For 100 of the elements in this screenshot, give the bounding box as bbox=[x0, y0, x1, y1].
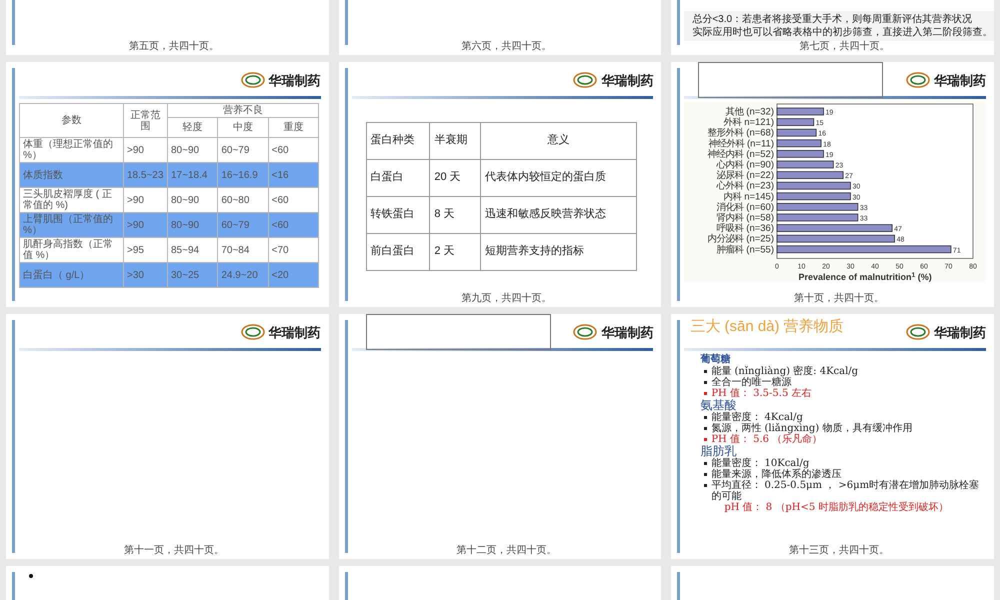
bar bbox=[776, 139, 822, 148]
bar bbox=[776, 128, 817, 137]
slide-thumbnail[interactable]: 总分<3.0：若患者将接受重大手术，则每周重新评估其营养状况 实际应用时也可以省略表格中的初步筛查，直接进入第二阶段筛查。 第七页，共四十页。 bbox=[671, 0, 994, 55]
logo-icon bbox=[240, 324, 265, 340]
bar bbox=[776, 108, 824, 116]
slide-thumbnail[interactable]: 第五页，共四十页。 bbox=[6, 0, 329, 55]
category-label: 泌尿科 (n=22) bbox=[716, 170, 774, 182]
bullet-text: 能量来源，降低体系的渗透压 bbox=[711, 469, 842, 480]
bullet-text: 平均直径： 0.25-0.5μm ， >6μm时有潜在增加肺动脉栓塞的可能 bbox=[711, 480, 980, 502]
page-footer: 第五页，共四十页。 bbox=[128, 41, 219, 53]
slide-thumbnail[interactable]: 第六页，共四十页。 bbox=[338, 0, 662, 55]
accent-bar bbox=[12, 572, 15, 600]
header-cell: 营养不良 bbox=[168, 104, 318, 118]
slide-thumbnail[interactable]: 华瑞制药 第十二页，共四十页。 bbox=[338, 314, 662, 559]
logo-text: 华瑞制药 bbox=[601, 326, 654, 338]
bullet-icon bbox=[704, 392, 708, 395]
bullet-text: 能量密度： 10Kcal/g bbox=[711, 458, 810, 469]
table-cell: 20 天 bbox=[430, 159, 480, 196]
slide-thumbnail[interactable]: 华瑞制药 第十一页，共四十页。 bbox=[6, 314, 329, 559]
text-line: 实际应用时也可以省略表格中的初步筛查，直接进入第二阶段筛查。 bbox=[692, 26, 992, 39]
bullet-icon bbox=[704, 381, 708, 384]
table-cell: 8 天 bbox=[430, 196, 480, 233]
page-footer: 第九页，共四十页。 bbox=[461, 293, 552, 305]
logo-icon bbox=[240, 72, 265, 88]
category-label: 整形外科 (n=68) bbox=[708, 128, 774, 139]
logo-icon bbox=[906, 72, 930, 88]
bar bbox=[776, 160, 834, 168]
page-footer: 第十页，共四十页。 bbox=[794, 293, 884, 305]
category-label: 外科 n=121) bbox=[724, 117, 774, 128]
page-footer: 第十二页，共四十页。 bbox=[456, 545, 556, 557]
page-footer: 第十一页，共四十页。 bbox=[124, 545, 224, 557]
accent-bar bbox=[12, 0, 15, 45]
bar bbox=[776, 171, 844, 179]
logo-icon bbox=[906, 324, 930, 340]
section-heading: 脂肪乳 bbox=[700, 445, 736, 458]
table-cell: 短期营养支持的指标 bbox=[480, 233, 637, 270]
slide-thumbnail[interactable] bbox=[338, 566, 662, 600]
text-line: 总分<3.0：若患者将接受重大手术，则每周重新评估其营养状况 bbox=[692, 13, 974, 26]
table-cell: 迅速和敏感反映营养状态 bbox=[480, 196, 637, 233]
logo-text: 华瑞制药 bbox=[601, 74, 654, 86]
category-label: 内分泌科 (n=25) bbox=[708, 234, 774, 245]
logo-text: 华瑞制药 bbox=[268, 326, 321, 338]
section-heading: 葡萄糖 bbox=[700, 353, 732, 366]
logo-icon bbox=[573, 324, 598, 340]
bullet-text: 氮源，两性 (liǎngxìng) 物质，具有缓冲作用 bbox=[711, 423, 912, 434]
page-footer: 第六页，共四十页。 bbox=[461, 41, 552, 53]
bullet-text: 能量密度： 4Kcal/g bbox=[711, 412, 803, 423]
bullet-icon bbox=[29, 574, 33, 578]
bullet-icon bbox=[704, 484, 708, 487]
header-cell: 蛋白种类 bbox=[366, 122, 430, 159]
bullet-text: 全合一的唯一糖源 bbox=[711, 377, 792, 388]
category-label: 心外科 (n=23) bbox=[716, 180, 774, 192]
category-label: 呼吸科 (n=36) bbox=[716, 223, 774, 234]
bullet-icon bbox=[704, 462, 708, 465]
logo-text: 华瑞制药 bbox=[934, 74, 986, 86]
category-label: 消化科 (n=60) bbox=[716, 202, 774, 213]
bullet-icon bbox=[704, 438, 708, 441]
slide-thumbnail[interactable] bbox=[671, 566, 994, 600]
logo-icon bbox=[573, 72, 598, 88]
note-text: PH 值： 3.5-5.5 左右 bbox=[711, 388, 812, 399]
axis-title: Prevalence of malnutrition$^{1}$ (%) bbox=[798, 272, 932, 284]
note-text: PH 值： 5.6 （乐凡命） bbox=[711, 434, 822, 445]
category-label: 肿瘤科 (n=55) bbox=[716, 244, 774, 256]
page-footer: 第十三页，共四十页。 bbox=[789, 545, 890, 557]
table-cell: 30~25 bbox=[168, 262, 218, 288]
slide-title: 三大 (sān dà) 营养物质 bbox=[690, 318, 844, 336]
bullet-icon bbox=[704, 473, 708, 476]
bullet-text: 能量 (nǐngliàng) 密度: 4Kcal/g bbox=[711, 366, 858, 377]
bullet-icon bbox=[704, 416, 708, 419]
table-cell: 2 天 bbox=[430, 233, 480, 270]
category-label: 神经内科 (n=52) bbox=[708, 148, 774, 160]
table-cell: <20 bbox=[268, 262, 318, 288]
bullet-icon bbox=[704, 370, 708, 373]
slide-thumbnail[interactable] bbox=[671, 62, 994, 307]
bar bbox=[776, 150, 824, 158]
table-cell: 代表体内较恒定的蛋白质 bbox=[480, 159, 637, 196]
accent-bar bbox=[344, 572, 348, 600]
bar bbox=[776, 118, 814, 126]
header-cell: 参数 bbox=[20, 104, 124, 138]
slide-thumbnail[interactable] bbox=[6, 566, 329, 600]
slide-thumbnail[interactable]: 华瑞制药 蛋白种类 半衰期 意义 白蛋白 20 天 代表体内较恒定的蛋白质 转铁蛋白 8 天 迅速和敏感反映营养状态 前白蛋白 2 天 短期营养支持的指标 第九页，共四十页。 bbox=[338, 62, 662, 307]
category-label: 心内科 (n=90) bbox=[716, 160, 774, 170]
section-heading: 氨基酸 bbox=[700, 399, 736, 412]
bullet-icon bbox=[704, 427, 708, 430]
logo-text: 华瑞制药 bbox=[268, 74, 321, 86]
table-cell: 转铁蛋白 bbox=[366, 196, 430, 233]
table-cell: 白蛋白 bbox=[366, 159, 430, 196]
accent-bar bbox=[677, 0, 680, 45]
accent-bar bbox=[344, 0, 348, 45]
header-cell: 意义 bbox=[480, 122, 637, 159]
page-footer: 第七页，共四十页。 bbox=[799, 41, 890, 53]
table-cell: 24.9~20 bbox=[218, 262, 268, 288]
header-cell: 半衰期 bbox=[430, 122, 480, 159]
category-label: 肾内科 (n=58) bbox=[716, 212, 774, 224]
logo-text: 华瑞制药 bbox=[934, 326, 986, 338]
slide-thumbnail[interactable] bbox=[671, 314, 994, 559]
slide-thumbnail[interactable] bbox=[6, 62, 329, 307]
accent-bar bbox=[677, 572, 680, 600]
category-label: 神经外科 (n=11) bbox=[708, 138, 774, 150]
category-label: 内科 n=145) bbox=[724, 191, 774, 202]
